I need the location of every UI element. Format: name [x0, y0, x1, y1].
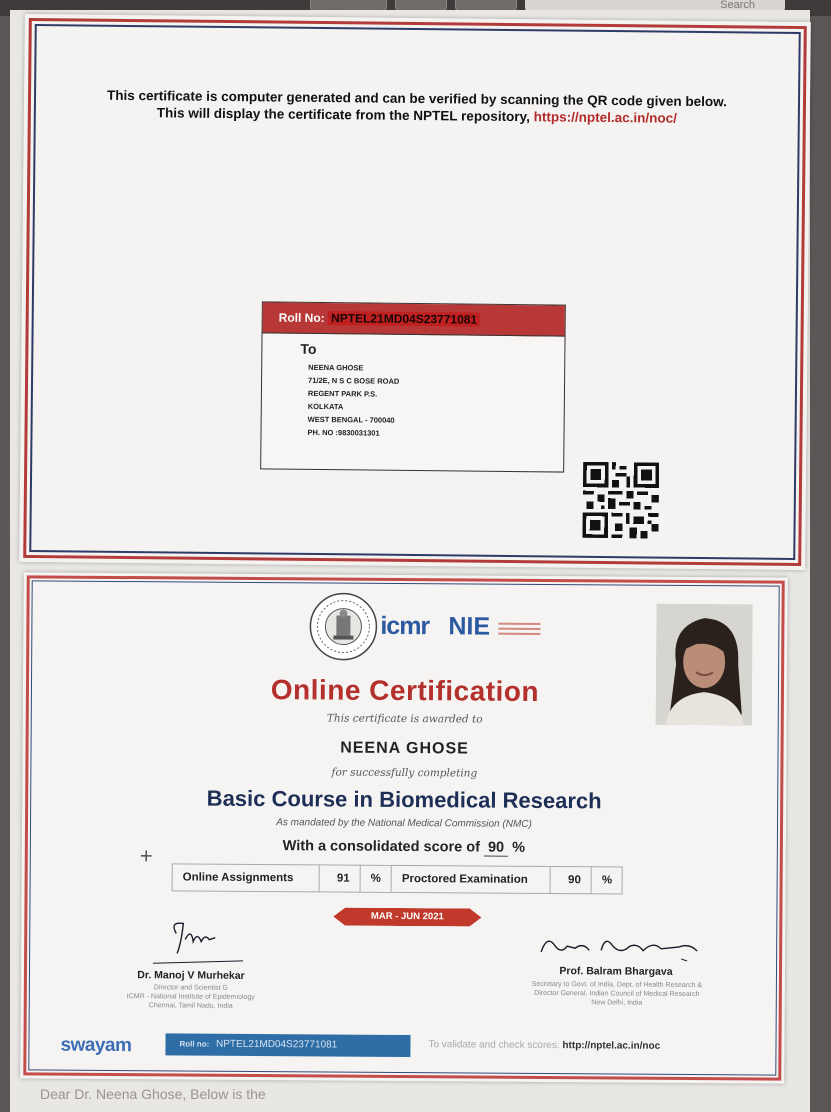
online-assignments-value: 91: [319, 864, 361, 893]
footer-roll-value: NPTEL21MD04S23771081: [216, 1038, 338, 1051]
qr-code-icon[interactable]: [582, 461, 660, 539]
online-assignments-label: Online Assignments: [172, 863, 320, 892]
certificate-sheet: icmr NIE Online Certification This certi…: [20, 572, 788, 1084]
table-row: Online Assignments 91 % Proctored Examin…: [172, 863, 623, 895]
footer-roll-label: Roll no:: [179, 1039, 210, 1049]
address-sheet: This certificate is computer generated a…: [19, 13, 811, 571]
nptel-repository-link[interactable]: https://nptel.ac.in/noc/: [534, 109, 677, 125]
to-label: To: [300, 340, 317, 357]
score-suffix: %: [512, 839, 526, 856]
postal-address: NEENA GHOSE 71/2E, N S C BOSE ROAD REGEN…: [261, 356, 564, 441]
emblem-seal-icon: [309, 592, 378, 661]
email-body-text: Dear Dr. Neena Ghose, Below is the: [40, 1086, 266, 1102]
icmr-wordmark: icmr: [380, 611, 430, 641]
role-line: Chennai, Tamil Nadu, India: [148, 1002, 233, 1010]
online-pct: %: [360, 865, 392, 893]
right-signature: [540, 940, 698, 962]
right-signatory-role: Secretary to Govt. of India, Dept. of He…: [487, 980, 747, 1009]
proctored-exam-value: 90: [550, 866, 592, 894]
score-prefix: With a consolidated score of: [282, 838, 480, 856]
roll-label: Roll No:: [278, 310, 325, 326]
proctored-exam-label: Proctored Examination: [391, 865, 551, 894]
verify-text: To validate and check scores:: [428, 1039, 560, 1052]
left-signature: [153, 922, 244, 964]
score-value: 90: [483, 839, 509, 857]
nie-tagline-lines: [498, 622, 541, 638]
verify-instructions: To validate and check scores: http://npt…: [428, 1039, 660, 1052]
left-signatory-role: Director and Scientist G ICMR - National…: [106, 983, 276, 1011]
proctored-pct: %: [591, 866, 623, 895]
nie-wordmark: NIE: [448, 612, 491, 641]
left-signatory-name: Dr. Manoj V Murhekar: [137, 969, 245, 982]
address-box: Roll No: NPTEL21MD04S23771081 To NEENA G…: [260, 301, 566, 473]
notice-line-2-text: This will display the certificate from t…: [156, 105, 530, 125]
roll-number: NPTEL21MD04S23771081: [327, 311, 481, 327]
certificate-title: Online Certification: [270, 674, 540, 707]
role-line: New Delhi, India: [591, 999, 643, 1007]
address-line: REGENT PARK P.S.: [307, 388, 378, 399]
course-name: Basic Course in Biomedical Research: [206, 785, 602, 814]
verify-link[interactable]: http://nptel.ac.in/noc: [562, 1040, 660, 1052]
right-signatory-name: Prof. Balram Bhargava: [559, 965, 673, 978]
course-period-ribbon: MAR - JUN 2021: [333, 908, 481, 927]
footer-roll-number: Roll no: NPTEL21MD04S23771081: [165, 1033, 411, 1058]
score-breakdown-table: Online Assignments 91 % Proctored Examin…: [172, 863, 624, 895]
address-line: PH. NO :9830031301: [307, 427, 380, 438]
swayam-logo: swayam: [60, 1034, 132, 1057]
roll-number-bar: Roll No: NPTEL21MD04S23771081: [262, 302, 565, 337]
